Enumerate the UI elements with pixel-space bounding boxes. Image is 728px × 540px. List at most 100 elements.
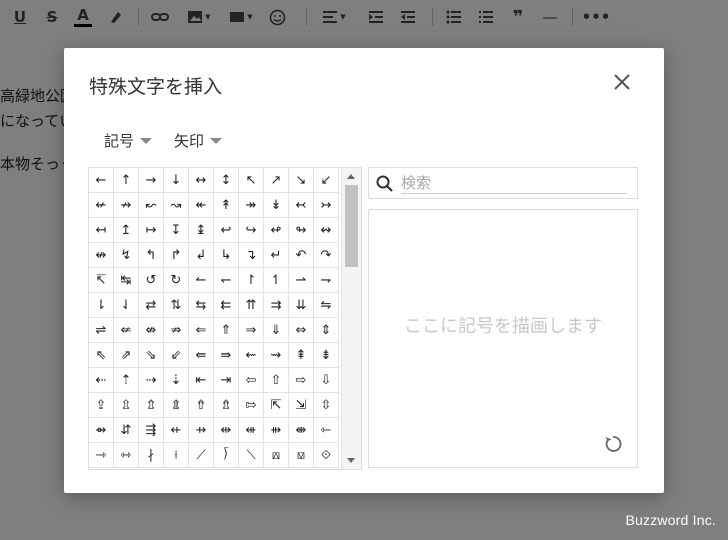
symbol-cell[interactable]: ↣ xyxy=(314,193,339,218)
symbol-cell[interactable]: ⇶ xyxy=(139,418,164,443)
symbol-cell[interactable]: ⇢ xyxy=(139,368,164,393)
symbol-cell[interactable]: ⇞ xyxy=(289,343,314,368)
symbol-cell[interactable]: ↪ xyxy=(239,218,264,243)
symbol-cell[interactable]: ⇘ xyxy=(139,343,164,368)
symbol-cell[interactable]: ↥ xyxy=(114,218,139,243)
symbol-cell[interactable]: ↻ xyxy=(164,268,189,293)
symbol-cell[interactable]: ⇔ xyxy=(289,318,314,343)
symbol-cell[interactable]: ↴ xyxy=(239,243,264,268)
symbol-cell[interactable]: ⇅ xyxy=(164,293,189,318)
symbol-cell[interactable]: ⟎ xyxy=(264,443,289,468)
symbol-cell[interactable]: ↶ xyxy=(289,243,314,268)
symbol-cell[interactable]: ↺ xyxy=(139,268,164,293)
symbol-cell[interactable]: ⇇ xyxy=(214,293,239,318)
symbol-cell[interactable]: ⇊ xyxy=(289,293,314,318)
scroll-up-icon[interactable] xyxy=(347,174,355,179)
symbol-cell[interactable]: ⇁ xyxy=(314,268,339,293)
symbol-cell[interactable]: ⇕ xyxy=(314,318,339,343)
symbol-cell[interactable]: ↸ xyxy=(89,268,114,293)
symbol-cell[interactable]: ↞ xyxy=(189,193,214,218)
symbol-cell[interactable]: ⇪ xyxy=(89,393,114,418)
symbol-cell[interactable]: ⇄ xyxy=(139,293,164,318)
symbol-cell[interactable]: ↷ xyxy=(314,243,339,268)
symbol-cell[interactable]: ⇀ xyxy=(289,268,314,293)
symbol-cell[interactable]: ⇫ xyxy=(114,393,139,418)
symbol-cell[interactable]: ↫ xyxy=(264,218,289,243)
symbol-cell[interactable]: ↯ xyxy=(114,243,139,268)
symbol-cell[interactable]: ⇣ xyxy=(164,368,189,393)
symbol-cell[interactable]: ↗ xyxy=(264,168,289,193)
symbol-cell[interactable]: ↩ xyxy=(214,218,239,243)
symbol-cell[interactable]: ⇉ xyxy=(264,293,289,318)
symbol-cell[interactable]: ⇩ xyxy=(314,368,339,393)
symbol-cell[interactable]: ↰ xyxy=(139,243,164,268)
symbol-cell[interactable]: ↔ xyxy=(189,168,214,193)
reset-icon[interactable] xyxy=(603,434,623,454)
symbol-cell[interactable]: ⇆ xyxy=(189,293,214,318)
symbol-cell[interactable]: ⇦ xyxy=(239,368,264,393)
symbol-cell[interactable]: ↢ xyxy=(289,193,314,218)
subcategory-dropdown[interactable]: 矢印 xyxy=(174,130,223,151)
symbol-cell[interactable]: ⇧ xyxy=(264,368,289,393)
symbol-cell[interactable]: ⇏ xyxy=(164,318,189,343)
symbol-cell[interactable]: ⇌ xyxy=(89,318,114,343)
symbol-cell[interactable]: ⟏ xyxy=(289,443,314,468)
symbol-cell[interactable]: ⇬ xyxy=(139,393,164,418)
symbol-cell[interactable]: ⇥ xyxy=(214,368,239,393)
symbol-cell[interactable]: ⇷ xyxy=(164,418,189,443)
symbol-cell[interactable]: ↓ xyxy=(164,168,189,193)
symbol-cell[interactable]: ⇯ xyxy=(214,393,239,418)
symbol-cell[interactable]: ↵ xyxy=(264,243,289,268)
scroll-down-icon[interactable] xyxy=(347,458,355,463)
symbol-cell[interactable]: ↤ xyxy=(89,218,114,243)
drawing-canvas[interactable]: ここに記号を描画します xyxy=(368,209,638,468)
symbol-cell[interactable]: ⟍ xyxy=(239,443,264,468)
symbol-cell[interactable]: ↘ xyxy=(289,168,314,193)
symbol-cell[interactable]: ⇤ xyxy=(189,368,214,393)
symbol-cell[interactable]: ⇠ xyxy=(89,368,114,393)
symbol-cell[interactable]: ↾ xyxy=(239,268,264,293)
symbol-cell[interactable]: ⇍ xyxy=(114,318,139,343)
symbol-cell[interactable]: ⇈ xyxy=(239,293,264,318)
symbol-cell[interactable]: ∤ xyxy=(139,443,164,468)
symbol-cell[interactable]: ⇛ xyxy=(214,343,239,368)
symbol-cell[interactable]: ← xyxy=(89,168,114,193)
symbol-cell[interactable]: ↭ xyxy=(314,218,339,243)
symbol-cell[interactable]: ⇿ xyxy=(114,443,139,468)
symbol-cell[interactable]: ↹ xyxy=(114,268,139,293)
symbol-cell[interactable]: ⇎ xyxy=(139,318,164,343)
symbol-cell[interactable]: ⇲ xyxy=(289,393,314,418)
symbol-cell[interactable]: ⇗ xyxy=(114,343,139,368)
symbol-cell[interactable]: ⇮ xyxy=(189,393,214,418)
symbol-cell[interactable]: ⇻ xyxy=(264,418,289,443)
symbol-cell[interactable]: ↬ xyxy=(289,218,314,243)
symbol-cell[interactable]: ⇐ xyxy=(189,318,214,343)
symbol-cell[interactable]: ⟊ xyxy=(164,443,189,468)
symbol-cell[interactable]: ⇡ xyxy=(114,368,139,393)
symbol-cell[interactable]: ↠ xyxy=(239,193,264,218)
symbol-cell[interactable]: ⇱ xyxy=(264,393,289,418)
symbol-cell[interactable]: ⇭ xyxy=(164,393,189,418)
symbol-cell[interactable]: ⇹ xyxy=(214,418,239,443)
symbol-cell[interactable]: ⟋ xyxy=(189,443,214,468)
symbol-cell[interactable]: ⇵ xyxy=(114,418,139,443)
symbol-cell[interactable]: ⇙ xyxy=(164,343,189,368)
symbol-cell[interactable]: ⇚ xyxy=(189,343,214,368)
symbol-cell[interactable]: ↿ xyxy=(264,268,289,293)
symbol-cell[interactable]: ⇼ xyxy=(289,418,314,443)
symbol-cell[interactable]: ↙ xyxy=(314,168,339,193)
symbol-cell[interactable]: ⟌ xyxy=(214,443,239,468)
scrollbar-thumb[interactable] xyxy=(345,185,358,267)
symbol-cell[interactable]: ↱ xyxy=(164,243,189,268)
symbol-cell[interactable]: ↡ xyxy=(264,193,289,218)
category-dropdown[interactable]: 記号 xyxy=(104,130,153,151)
symbol-cell[interactable]: → xyxy=(139,168,164,193)
symbol-cell[interactable]: ⇨ xyxy=(289,368,314,393)
symbol-cell[interactable]: ⇾ xyxy=(89,443,114,468)
symbol-cell[interactable]: ↑ xyxy=(114,168,139,193)
symbol-cell[interactable]: ↜ xyxy=(139,193,164,218)
close-icon[interactable] xyxy=(610,72,634,96)
symbol-cell[interactable]: ⇒ xyxy=(239,318,264,343)
symbol-cell[interactable]: ↦ xyxy=(139,218,164,243)
symbol-cell[interactable]: ↧ xyxy=(164,218,189,243)
